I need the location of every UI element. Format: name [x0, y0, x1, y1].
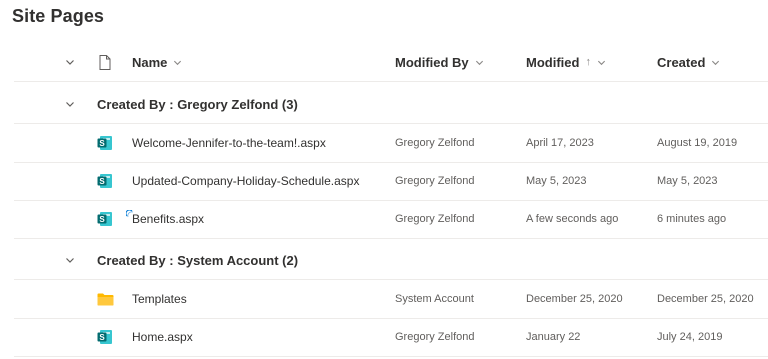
list-item[interactable]: S Welcome-Jennifer-to-the-team!.aspx Gre… [14, 124, 768, 163]
modified-value: January 22 [526, 331, 581, 343]
sort-ascending-icon: ↑ [585, 56, 591, 68]
chevron-down-icon [173, 58, 182, 67]
item-name-link[interactable]: Templates [132, 280, 187, 318]
column-header-row: Name Modified By Modified ↑ Created [14, 43, 768, 82]
modified-column-header[interactable]: Modified ↑ [526, 43, 606, 81]
page-title: Site Pages [12, 6, 105, 26]
created-value: July 24, 2019 [657, 331, 723, 343]
group-header: Created By : System Account (2) [14, 241, 768, 280]
list-item[interactable]: Templates System Account December 25, 20… [14, 280, 768, 319]
sharepoint-page-icon: S [94, 200, 116, 238]
created-value: 6 minutes ago [657, 213, 727, 225]
chevron-down-icon [711, 58, 720, 67]
created-column-label: Created [657, 54, 706, 70]
sharepoint-page-icon: S [94, 124, 116, 162]
modified-value: May 5, 2023 [526, 175, 587, 187]
select-all-toggle[interactable] [62, 43, 78, 81]
modified-by-value: Gregory Zelfond [395, 175, 475, 187]
svg-text:S: S [99, 177, 105, 186]
list-item[interactable]: S Home.aspx Gregory Zelfond January 22 J… [14, 318, 768, 357]
svg-text:S: S [99, 139, 105, 148]
svg-text:S: S [99, 215, 105, 224]
group-header: Created By : Gregory Zelfond (3) [14, 85, 768, 124]
name-column-header[interactable]: Name [132, 43, 182, 81]
item-name-link[interactable]: Benefits.aspx [132, 200, 204, 238]
chevron-down-icon [475, 58, 484, 67]
modified-value: A few seconds ago [526, 213, 619, 225]
modified-by-column-header[interactable]: Modified By [395, 43, 484, 81]
created-value: December 25, 2020 [657, 293, 754, 305]
item-name-link[interactable]: Home.aspx [132, 318, 193, 356]
sharepoint-page-icon: S [94, 162, 116, 200]
modified-by-value: Gregory Zelfond [395, 213, 475, 225]
group-title[interactable]: Created By : Gregory Zelfond (3) [97, 85, 298, 123]
document-icon [99, 54, 111, 70]
list-item[interactable]: S Benefits.aspx Gregory Zelfond A few se… [14, 200, 768, 239]
name-column-label: Name [132, 54, 168, 70]
modified-by-value: System Account [395, 293, 474, 305]
created-column-header[interactable]: Created [657, 43, 720, 81]
chevron-down-icon [597, 58, 606, 67]
list-item[interactable]: S Updated-Company-Holiday-Schedule.aspx … [14, 162, 768, 201]
folder-icon [94, 280, 116, 318]
created-value: May 5, 2023 [657, 175, 718, 187]
chevron-down-icon [65, 99, 75, 109]
group-collapse-toggle[interactable] [62, 241, 78, 279]
chevron-down-icon [65, 255, 75, 265]
modified-value: December 25, 2020 [526, 293, 623, 305]
sharepoint-page-icon: S [94, 318, 116, 356]
created-value: August 19, 2019 [657, 137, 738, 149]
item-name-link[interactable]: Updated-Company-Holiday-Schedule.aspx [132, 162, 359, 200]
chevron-down-icon [65, 57, 75, 67]
item-name-link[interactable]: Welcome-Jennifer-to-the-team!.aspx [132, 124, 326, 162]
modified-value: April 17, 2023 [526, 137, 594, 149]
group-title[interactable]: Created By : System Account (2) [97, 241, 298, 279]
modified-by-value: Gregory Zelfond [395, 331, 475, 343]
svg-text:S: S [99, 333, 105, 342]
group-collapse-toggle[interactable] [62, 85, 78, 123]
modified-by-value: Gregory Zelfond [395, 137, 475, 149]
file-type-column-header[interactable] [94, 43, 116, 81]
modified-column-label: Modified [526, 54, 580, 70]
modified-by-column-label: Modified By [395, 54, 469, 70]
site-pages-library: Site Pages Name Modified By Modified ↑ C… [0, 0, 768, 359]
